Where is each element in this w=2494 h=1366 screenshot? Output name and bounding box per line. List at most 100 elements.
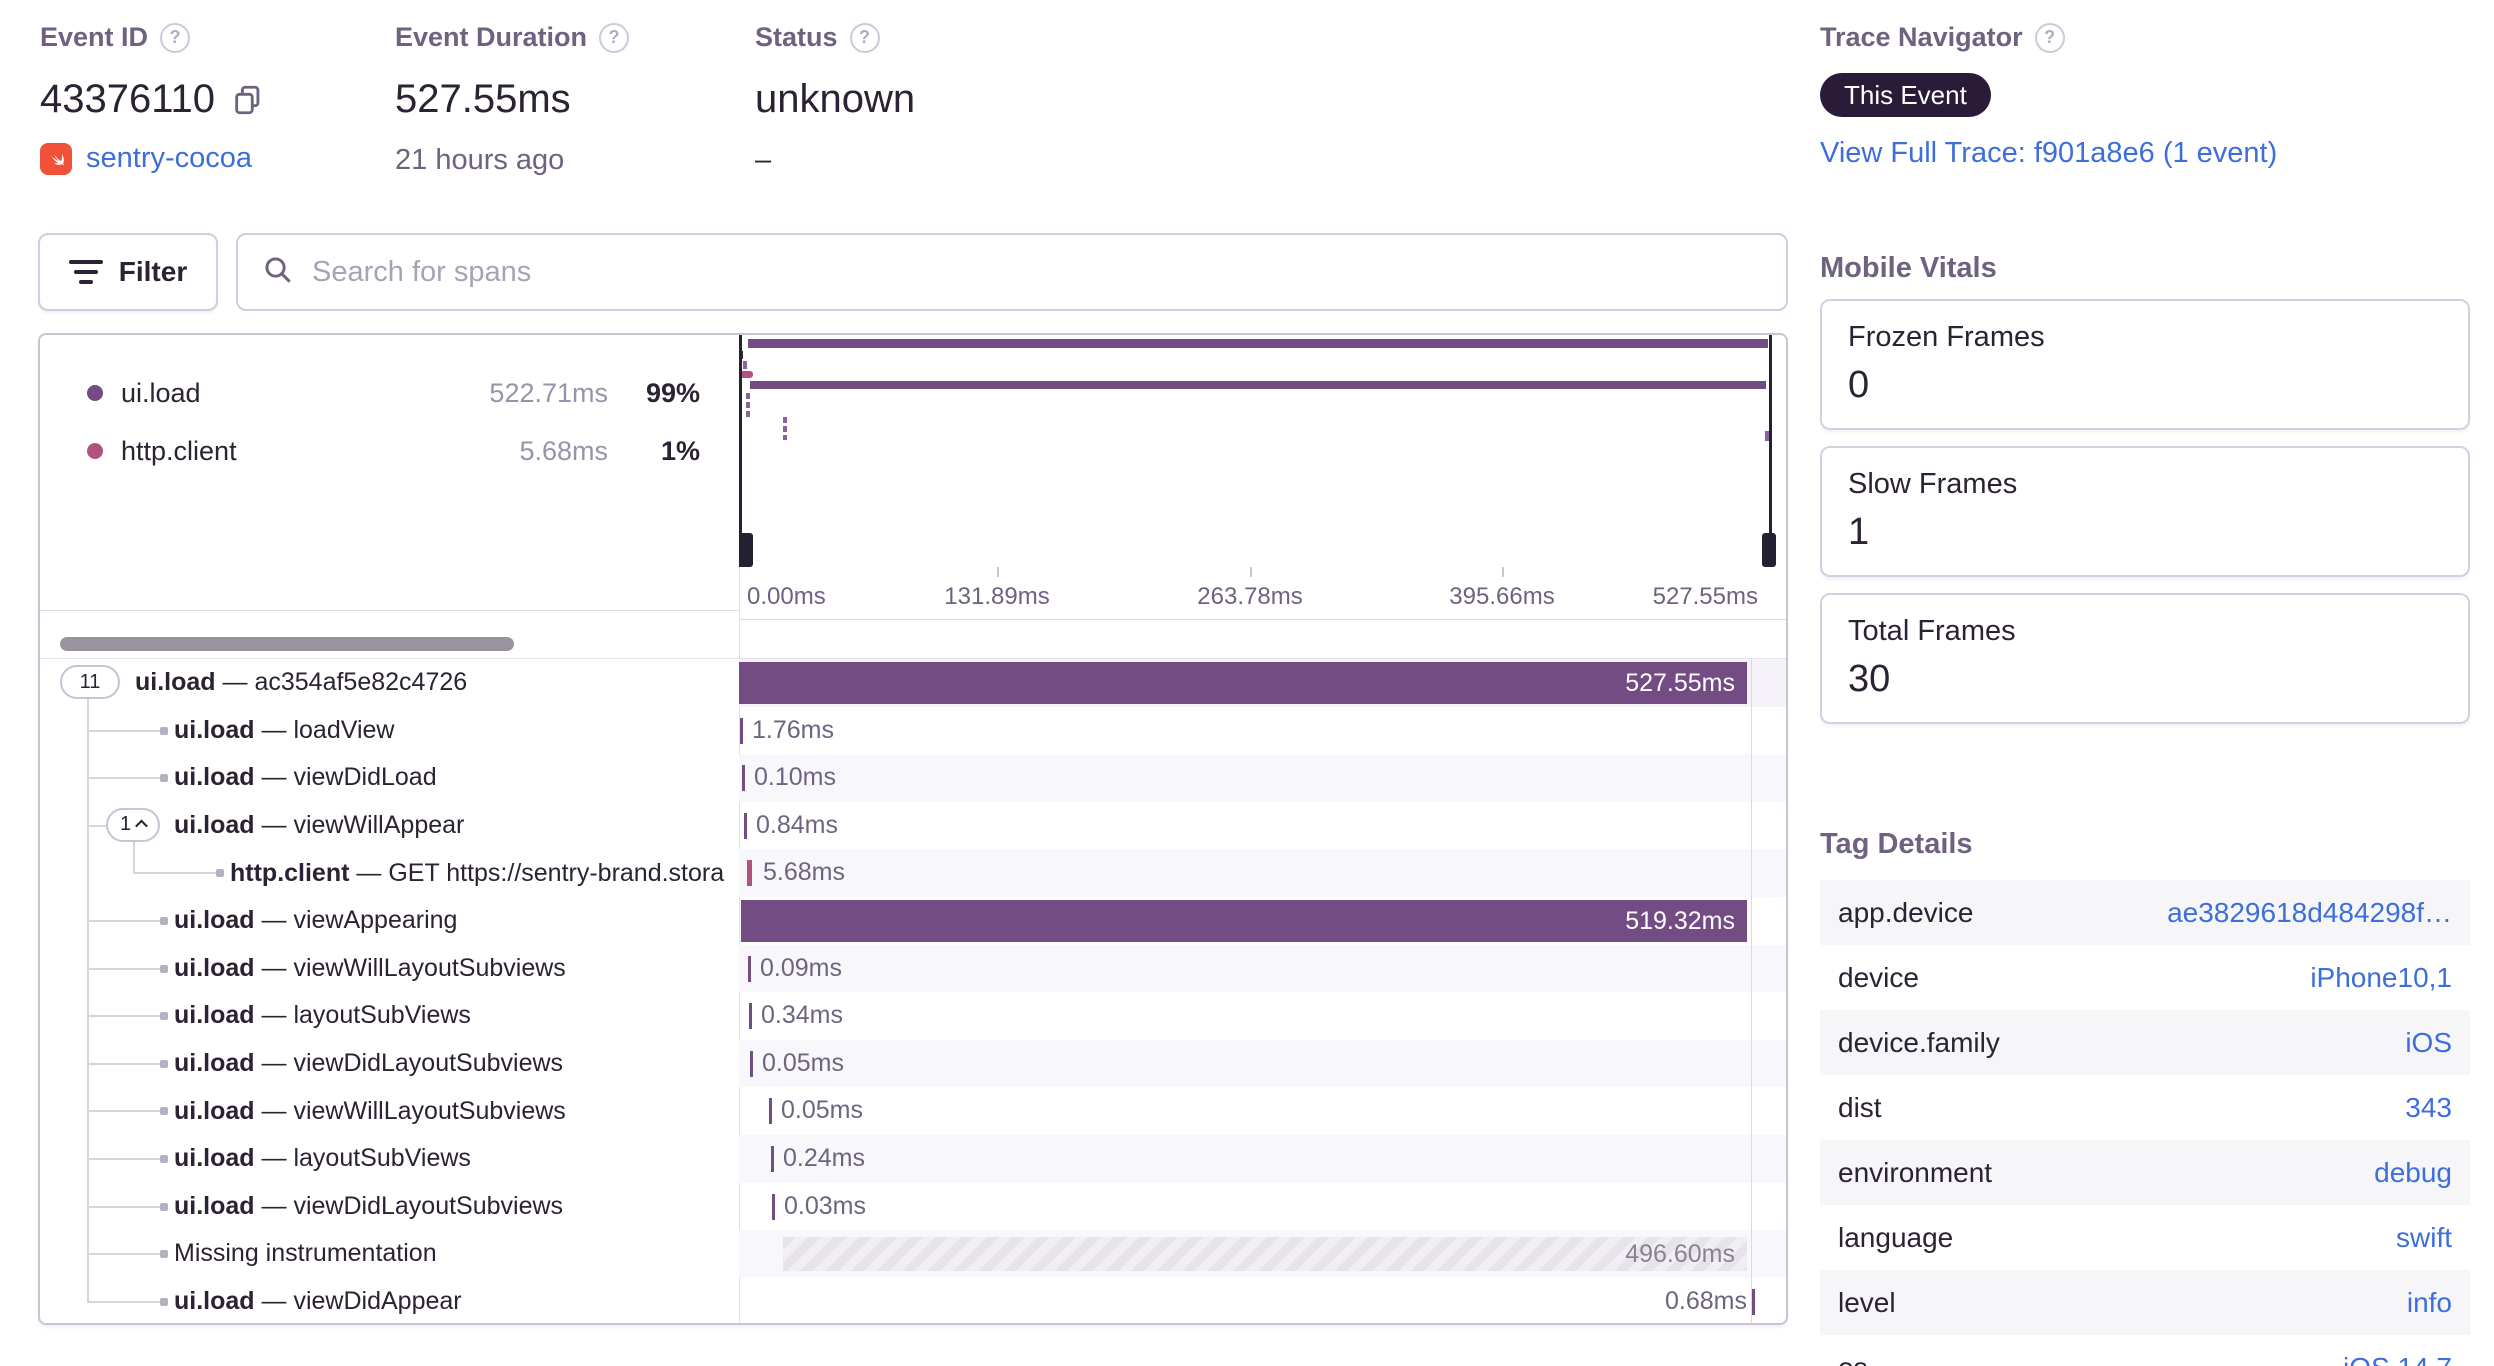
- span-name: GET https://sentry-brand.stora: [388, 858, 725, 887]
- span-name: viewWillLayoutSubviews: [293, 1096, 566, 1125]
- span-duration-row[interactable]: 5.68ms: [739, 849, 1786, 897]
- span-duration-row[interactable]: 1.76ms: [739, 707, 1786, 755]
- span-duration-label: 0.09ms: [760, 953, 842, 982]
- span-separator: —: [349, 858, 389, 887]
- status-block: Status ? unknown –: [755, 22, 915, 177]
- this-event-badge: This Event: [1820, 73, 1991, 117]
- tag-value-link[interactable]: debug: [2374, 1157, 2452, 1189]
- span-tree-row[interactable]: 1 ui.load — viewWillAppear: [40, 802, 739, 850]
- span-duration-row[interactable]: 0.03ms: [739, 1183, 1786, 1231]
- span-op: ui.load: [135, 668, 216, 697]
- span-description: ui.load — loadView: [174, 716, 394, 745]
- view-full-trace-link[interactable]: View Full Trace: f901a8e6 (1 event): [1820, 137, 2277, 169]
- span-tree-row[interactable]: ui.load — layoutSubViews: [40, 1135, 739, 1183]
- tag-value-link[interactable]: info: [2407, 1287, 2452, 1319]
- span-tree-row[interactable]: ui.load — viewAppearing: [40, 897, 739, 945]
- span-description: ui.load — viewDidAppear: [174, 1287, 462, 1316]
- tag-value-link[interactable]: iOS 14.7: [2343, 1352, 2452, 1366]
- span-group-pill[interactable]: 11: [60, 665, 120, 699]
- axis-label: 0.00ms: [747, 583, 826, 610]
- span-tree-row[interactable]: ui.load — viewWillLayoutSubviews: [40, 1087, 739, 1135]
- span-duration-row[interactable]: 0.84ms: [739, 802, 1786, 850]
- legend-op-duration: 5.68ms: [519, 435, 608, 466]
- span-duration-label: 0.34ms: [761, 1001, 843, 1030]
- span-tree-row[interactable]: ui.load — layoutSubViews: [40, 992, 739, 1040]
- span-tree-row[interactable]: ui.load — viewDidLayoutSubviews: [40, 1040, 739, 1088]
- span-bar[interactable]: 527.55ms: [739, 662, 1747, 704]
- span-separator: —: [254, 1001, 294, 1030]
- question-icon[interactable]: ?: [599, 22, 630, 53]
- span-search-box: [236, 233, 1788, 311]
- vital-value: 30: [1848, 658, 1891, 700]
- chevron-up-icon: [135, 819, 148, 833]
- trace-minimap[interactable]: [739, 335, 1786, 567]
- tree-scrollbar-thumb[interactable]: [60, 637, 514, 651]
- minimap-left-handle[interactable]: [739, 533, 753, 567]
- missing-instrumentation-bar[interactable]: 496.60ms: [783, 1237, 1747, 1272]
- span-duration-row[interactable]: 0.10ms: [739, 754, 1786, 802]
- tree-connector-line: [87, 1300, 160, 1303]
- span-tree-row[interactable]: ui.load — loadView: [40, 707, 739, 755]
- span-bar[interactable]: 519.32ms: [741, 899, 1747, 942]
- question-icon[interactable]: ?: [849, 22, 880, 53]
- span-duration-row[interactable]: 0.09ms: [739, 944, 1786, 993]
- question-icon[interactable]: ?: [160, 22, 191, 53]
- span-tree-row[interactable]: ui.load — viewDidAppear: [40, 1278, 739, 1323]
- minimap-span-mark: [783, 417, 787, 423]
- span-name: viewDidLayoutSubviews: [293, 1049, 564, 1078]
- span-tree-row[interactable]: http.client — GET https://sentry-brand.s…: [40, 849, 739, 897]
- tag-value-link[interactable]: swift: [2396, 1222, 2452, 1254]
- span-separator: —: [254, 1191, 294, 1220]
- span-duration-row[interactable]: 496.60ms: [739, 1230, 1786, 1278]
- copy-icon[interactable]: [231, 83, 265, 117]
- tag-value-link[interactable]: iPhone10,1: [2310, 962, 2452, 994]
- span-start-tick: [747, 860, 752, 887]
- span-group-pill[interactable]: 1: [106, 807, 160, 842]
- span-start-tick: [742, 765, 745, 792]
- span-duration-chart: 527.55ms 1.76ms 0.10ms 0.84ms 5.68ms 519.32ms…: [739, 659, 1786, 1323]
- span-duration-row[interactable]: 519.32ms: [739, 897, 1786, 945]
- span-start-tick: [772, 1193, 775, 1220]
- tag-value-link[interactable]: iOS: [2405, 1027, 2452, 1059]
- legend-item-http-client[interactable]: http.client 5.68ms 1%: [40, 431, 700, 471]
- tag-key: device.family: [1838, 1026, 2000, 1058]
- span-op: ui.load: [174, 1191, 255, 1220]
- tag-key: dist: [1838, 1091, 1882, 1123]
- span-tree-row[interactable]: 11 ui.load — ac354af5e82c4726: [40, 659, 739, 707]
- span-duration-row[interactable]: 0.34ms: [739, 992, 1786, 1040]
- span-op: ui.load: [174, 1001, 255, 1030]
- span-start-tick: [1752, 1288, 1755, 1315]
- span-tree-row[interactable]: Missing instrumentation: [40, 1230, 739, 1278]
- span-description: ui.load — layoutSubViews: [174, 1144, 471, 1173]
- span-name: viewAppearing: [293, 906, 458, 935]
- span-duration-row[interactable]: 0.05ms: [739, 1087, 1786, 1135]
- span-tree-row[interactable]: ui.load — viewDidLayoutSubviews: [40, 1183, 739, 1231]
- span-tree-row[interactable]: ui.load — viewWillLayoutSubviews: [40, 945, 739, 993]
- span-duration-row[interactable]: 0.05ms: [739, 1039, 1786, 1088]
- span-duration-row[interactable]: 0.24ms: [739, 1134, 1786, 1183]
- tree-scrollbar-track[interactable]: [40, 611, 739, 659]
- legend-item-ui-load[interactable]: ui.load 522.71ms 99%: [40, 373, 700, 413]
- minimap-right-handle[interactable]: [1762, 533, 1776, 567]
- minimap-span-mark: [743, 361, 747, 369]
- vital-value: 1: [1848, 511, 1870, 553]
- minimap-span-bar: [748, 339, 1768, 348]
- tree-connector-line: [87, 1157, 160, 1160]
- project-link[interactable]: sentry-cocoa: [86, 142, 252, 175]
- tree-connector-line: [87, 919, 160, 922]
- span-tree-row[interactable]: ui.load — viewDidLoad: [40, 754, 739, 802]
- span-separator: —: [215, 668, 255, 697]
- tag-value-link[interactable]: 343: [2405, 1092, 2452, 1124]
- span-name: loadView: [293, 715, 395, 744]
- search-input[interactable]: [312, 255, 1762, 289]
- span-start-tick: [748, 955, 751, 982]
- tag-value-link[interactable]: ae3829618d484298f…: [2167, 897, 2452, 929]
- axis-label: 395.66ms: [1449, 583, 1555, 610]
- question-icon[interactable]: ?: [2034, 22, 2065, 53]
- span-duration-row[interactable]: 0.68ms: [739, 1278, 1786, 1323]
- filter-button[interactable]: Filter: [38, 233, 218, 311]
- span-description: ui.load — viewWillAppear: [174, 811, 464, 840]
- vital-card-total-frames: Total Frames 30: [1820, 593, 2470, 724]
- event-detail-page: Event ID ? 43376110 sentry-cocoa Event D…: [0, 0, 2494, 1366]
- span-duration-row[interactable]: 527.55ms: [739, 659, 1786, 707]
